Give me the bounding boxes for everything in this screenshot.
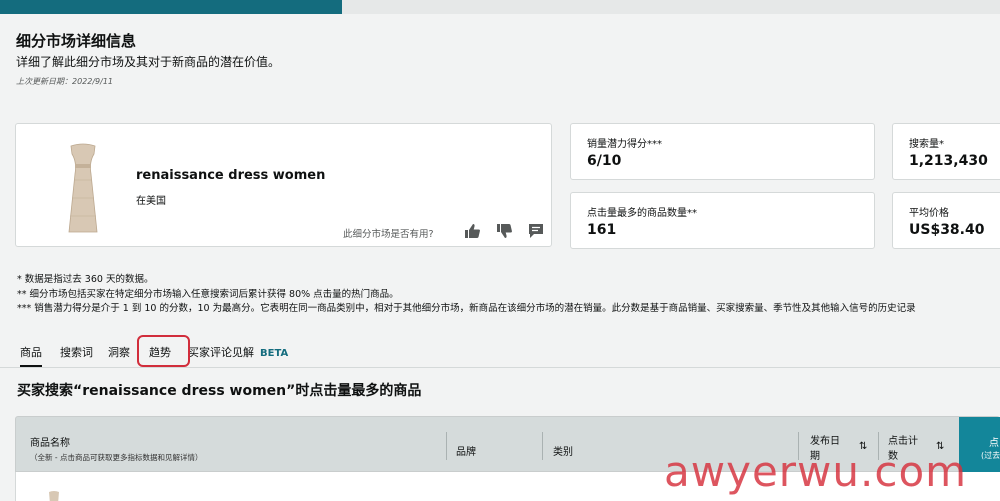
avg-price-label: 平均价格 <box>909 208 949 219</box>
footnote-3: *** 销售潜力得分是介于 1 到 10 的分数，10 为最高分。它表明在同一商… <box>17 303 916 314</box>
page-subtitle: 详细了解此细分市场及其对于新商品的潜在价值。 <box>16 55 281 69</box>
col-highlighted-label: 点 <box>989 438 999 449</box>
avg-price-card: 平均价格 US$38.40 <box>892 192 1000 249</box>
thumbs-up-icon[interactable] <box>463 222 481 240</box>
section-title: 买家搜索“renaissance dress women”时点击量最多的商品 <box>17 383 422 399</box>
sales-potential-label: 销量潜力得分*** <box>587 139 662 150</box>
col-category: 类别 <box>553 447 573 458</box>
feedback-question: 此细分市场是否有用? <box>343 229 434 240</box>
niche-summary-card: renaissance dress women 在美国 此细分市场是否有用? <box>15 123 552 247</box>
top-progress-active <box>0 0 342 14</box>
sales-potential-card: 销量潜力得分*** 6/10 <box>570 123 875 180</box>
col-highlighted-sub: (过去 <box>981 451 1000 460</box>
tab-review-insights[interactable]: 买家评论见解 BETA <box>188 344 288 360</box>
top-clicked-label: 点击量最多的商品数量** <box>587 208 697 219</box>
tab-products[interactable]: 商品 <box>20 344 42 367</box>
watermark: awyerwu.com <box>664 447 968 496</box>
col-product-name-hint: （全新 - 点击商品可获取更多指标数据和见解详情） <box>30 453 203 462</box>
thumbs-down-icon[interactable] <box>495 222 513 240</box>
product-thumbnail <box>49 491 59 501</box>
top-clicked-value: 161 <box>587 222 617 238</box>
tab-review-insights-label: 买家评论见解 <box>188 346 254 359</box>
comment-icon[interactable] <box>527 222 545 240</box>
top-clicked-card: 点击量最多的商品数量** 161 <box>570 192 875 249</box>
footnote-1: * 数据是指过去 360 天的数据。 <box>17 274 154 285</box>
search-volume-card: 搜索量* 1,213,430 <box>892 123 1000 180</box>
trends-tab-highlight <box>137 335 190 367</box>
beta-badge: BETA <box>260 348 289 359</box>
footnote-2: ** 细分市场包括买家在特定细分市场输入任意搜索词后累计获得 80% 点击量的热… <box>17 288 399 300</box>
search-volume-label: 搜索量* <box>909 139 944 150</box>
col-product-name: 商品名称 <box>30 438 70 449</box>
tab-insights[interactable]: 洞察 <box>108 344 130 360</box>
search-volume-value: 1,213,430 <box>909 153 988 169</box>
top-progress-bar <box>0 0 1000 14</box>
col-brand: 品牌 <box>456 447 476 458</box>
column-divider <box>446 432 447 460</box>
niche-market: 在美国 <box>136 196 166 207</box>
column-divider <box>542 432 543 460</box>
avg-price-value: US$38.40 <box>909 222 985 238</box>
page-title: 细分市场详细信息 <box>16 32 137 50</box>
niche-name: renaissance dress women <box>136 168 326 183</box>
dress-product-image <box>68 143 98 233</box>
footnotes: * 数据是指过去 360 天的数据。 ** 细分市场包括买家在特定细分市场输入任… <box>17 273 916 317</box>
tab-search-terms[interactable]: 搜索词 <box>60 344 93 360</box>
last-updated: 上次更新日期：2022/9/11 <box>16 77 114 86</box>
sales-potential-value: 6/10 <box>587 153 622 169</box>
